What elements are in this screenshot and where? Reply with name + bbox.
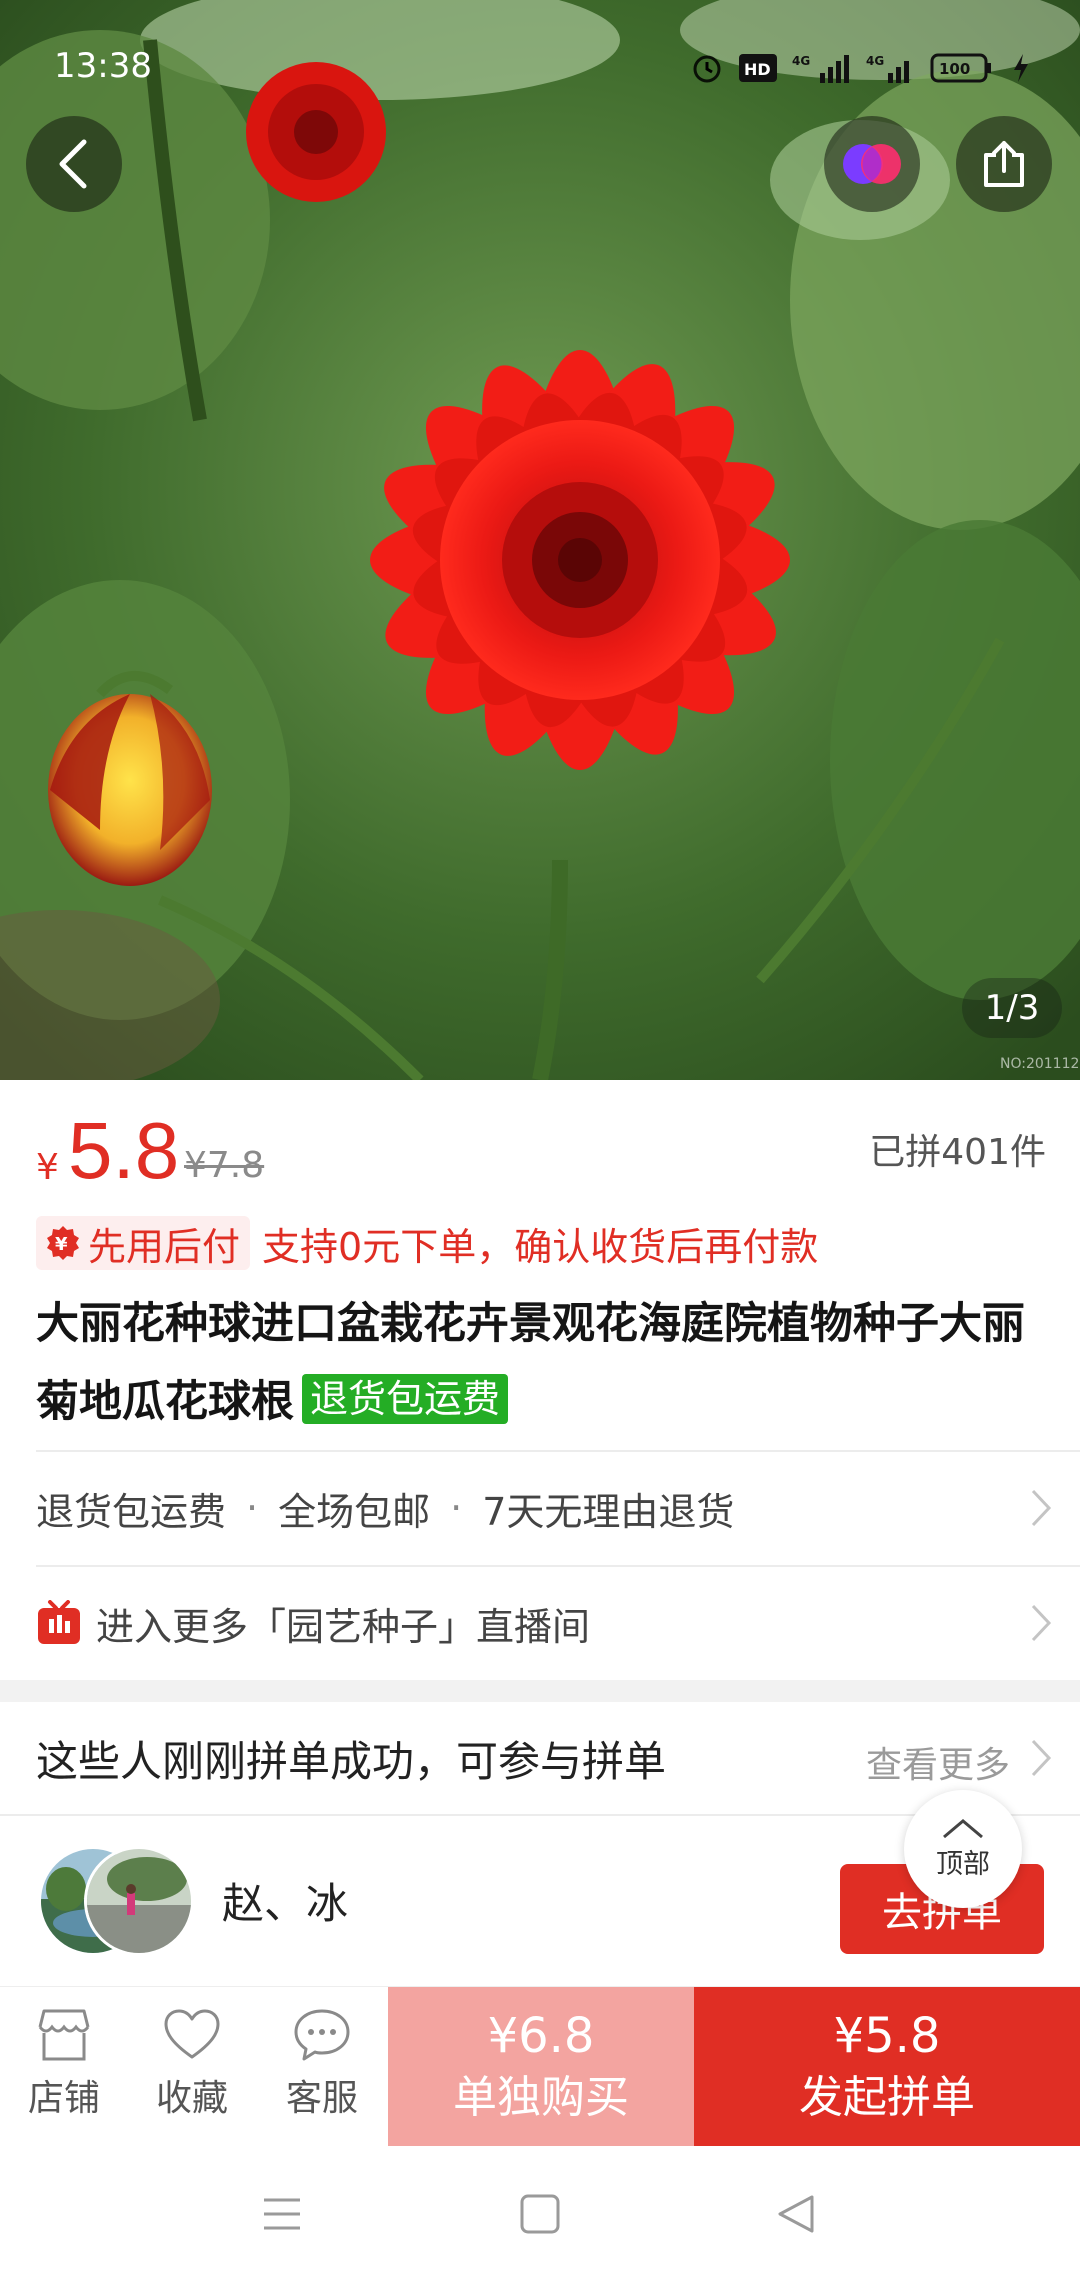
customer-service-label: 客服 (285, 2078, 358, 2119)
brand-button[interactable] (824, 116, 920, 212)
bottom-action-bar: 店铺 收藏 客服 ¥6.8 单独购买 ¥5.8 发起拼单 (0, 1986, 1080, 2147)
buy-alone-label: 单独购买 (453, 2072, 629, 2123)
brand-logo-icon (843, 144, 901, 184)
back-button[interactable] (26, 116, 122, 212)
system-navigation-bar (0, 2146, 1080, 2280)
service-item-1: 退货包运费 (36, 1489, 227, 1534)
service-separator: · (246, 1486, 259, 1530)
product-image-gallery[interactable]: NO:2011120 13:38 HD 4G 4G 100 1/3 (0, 0, 1080, 1080)
back-nav-icon[interactable] (776, 2194, 816, 2234)
service-item-2: 全场包邮 (278, 1489, 431, 1534)
section-separator (0, 1680, 1080, 1702)
return-shipping-tag: 退货包运费 (302, 1374, 509, 1424)
chevron-right-icon (1031, 1739, 1052, 1777)
live-room-row[interactable]: 进入更多「园艺种子」直播间 (36, 1567, 1080, 1679)
status-icons: HD 4G 4G 100 (690, 48, 1030, 88)
group-buy-header: 这些人刚刚拼单成功，可参与拼单 查看更多 (36, 1702, 1080, 1814)
heart-icon (164, 2009, 220, 2059)
product-title: 大丽花种球进口盆栽花卉景观花海庭院植物种子大丽菊地瓜花球根 退货包运费 (36, 1285, 1046, 1441)
signal-4g-icon-2: 4G (866, 54, 909, 83)
battery-icon: 100 (930, 53, 991, 83)
buy-alone-price: ¥6.8 (487, 2008, 595, 2064)
customer-service-button[interactable]: 客服 (262, 2007, 382, 2137)
buy-alone-button[interactable]: ¥6.8 单独购买 (388, 1987, 694, 2147)
status-time: 13:38 (54, 46, 152, 86)
service-guarantees-row[interactable]: 退货包运费 · 全场包邮 · 7天无理由退货 (36, 1452, 1080, 1564)
group-buy-label: 发起拼单 (799, 2072, 975, 2123)
signal-4g-icon: 4G (792, 54, 849, 83)
price-currency: ¥ (36, 1147, 59, 1188)
back-to-top-button[interactable]: 顶部 (904, 1790, 1022, 1908)
shop-label: 店铺 (27, 2078, 100, 2119)
current-price: 5.8 (68, 1106, 180, 1195)
pay-later-icon: ¥ (47, 1226, 79, 1260)
svg-text:¥: ¥ (55, 1234, 68, 1255)
favorite-label: 收藏 (155, 2078, 228, 2119)
chevron-up-icon (943, 1818, 983, 1838)
original-price: ¥7.8 (184, 1145, 265, 1186)
home-icon[interactable] (520, 2194, 560, 2234)
service-item-3: 7天无理由退货 (482, 1489, 735, 1534)
pay-later-badge: ¥ 先用后付 (36, 1216, 251, 1270)
svg-text:4G: 4G (866, 54, 884, 68)
pay-later-label: 先用后付 (88, 1224, 241, 1269)
svg-text:4G: 4G (792, 54, 810, 68)
svg-text:NO:2011120: NO:2011120 (1000, 1056, 1080, 1072)
svg-text:HD: HD (744, 60, 771, 79)
chat-bubble-icon (294, 2009, 350, 2061)
group-member-names: 赵、冰 (222, 1879, 349, 1928)
menu-icon[interactable] (262, 2196, 302, 2232)
svg-text:100: 100 (939, 60, 970, 78)
avatar (84, 1846, 194, 1956)
product-title-text: 大丽花种球进口盆栽花卉景观花海庭院植物种子大丽菊地瓜花球根 (36, 1299, 1025, 1427)
sold-count: 已拼401件 (869, 1132, 1046, 1173)
pay-later-desc: 支持0元下单，确认收货后再付款 (262, 1224, 819, 1269)
pay-later-row[interactable]: ¥ 先用后付 支持0元下单，确认收货后再付款 (36, 1215, 818, 1271)
live-room-label: 进入更多「园艺种子」直播间 (96, 1604, 591, 1649)
shop-button[interactable]: 店铺 (4, 2007, 124, 2137)
alarm-icon (693, 55, 721, 83)
group-buy-price: ¥5.8 (833, 2008, 941, 2064)
start-group-buy-button[interactable]: ¥5.8 发起拼单 (694, 1987, 1080, 2147)
chevron-right-icon (1031, 1489, 1052, 1527)
chevron-right-icon (1031, 1604, 1052, 1642)
group-buy-title: 这些人刚刚拼单成功，可参与拼单 (36, 1736, 667, 1786)
favorite-button[interactable]: 收藏 (132, 2007, 252, 2137)
see-more-link[interactable]: 查看更多 (866, 1736, 1010, 1788)
status-bar: 13:38 HD 4G 4G 100 (0, 40, 1080, 96)
chevron-left-icon (59, 139, 87, 189)
service-separator: · (450, 1486, 463, 1530)
charging-icon (1014, 54, 1028, 82)
share-button[interactable] (956, 116, 1052, 212)
back-to-top-label: 顶部 (936, 1848, 990, 1880)
hd-icon: HD (739, 54, 777, 82)
live-tv-icon (38, 1600, 80, 1644)
share-icon (984, 141, 1024, 187)
price-row: ¥ 5.8 ¥7.8 已拼401件 (36, 1105, 1046, 1195)
gallery-page-indicator: 1/3 (962, 978, 1062, 1038)
store-icon (38, 2009, 90, 2061)
